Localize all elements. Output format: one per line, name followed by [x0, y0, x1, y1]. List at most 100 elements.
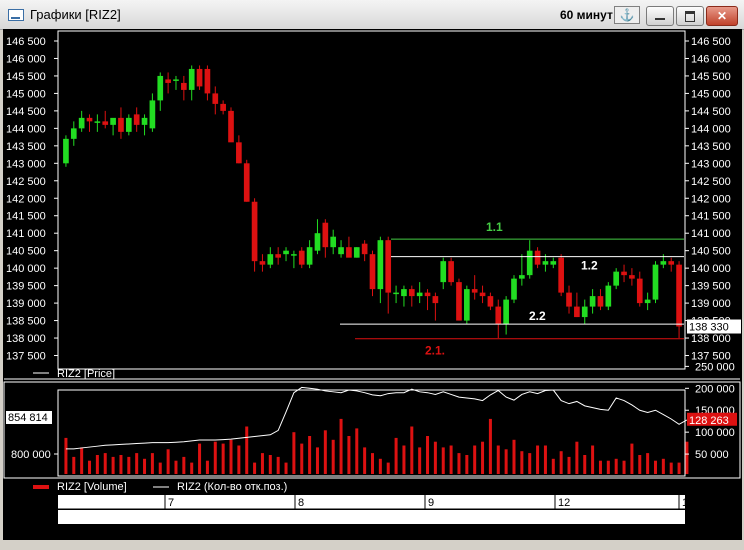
volume-bar[interactable] — [575, 441, 579, 474]
volume-bar[interactable] — [630, 443, 634, 474]
candle-body[interactable] — [141, 117, 148, 125]
volume-bar[interactable] — [583, 455, 587, 474]
candle-body[interactable] — [589, 296, 596, 307]
volume-bar[interactable] — [418, 447, 422, 474]
candle-body[interactable] — [558, 257, 564, 293]
volume-bar[interactable] — [426, 436, 430, 474]
candle-body[interactable] — [503, 299, 509, 325]
volume-bar[interactable] — [127, 456, 131, 474]
volume-bar[interactable] — [410, 426, 414, 475]
candle-body[interactable] — [78, 117, 85, 129]
candle-body[interactable] — [275, 254, 282, 258]
volume-bar[interactable] — [669, 462, 673, 474]
candle-body[interactable] — [94, 121, 101, 123]
volume-bar[interactable] — [441, 447, 445, 474]
candle-body[interactable] — [676, 264, 682, 327]
volume-bar[interactable] — [347, 436, 351, 474]
volume-bar[interactable] — [190, 462, 194, 474]
volume-bar[interactable] — [481, 441, 485, 474]
volume-bar[interactable] — [504, 449, 508, 474]
volume-bar[interactable] — [653, 460, 657, 474]
volume-bar[interactable] — [685, 441, 689, 474]
candle-body[interactable] — [526, 250, 533, 276]
candle-body[interactable] — [471, 289, 478, 293]
volume-bar[interactable] — [331, 439, 335, 474]
candle-body[interactable] — [259, 261, 266, 265]
volume-bar[interactable] — [166, 449, 170, 474]
volume-bar[interactable] — [237, 445, 241, 475]
candle-body[interactable] — [511, 278, 517, 300]
volume-bar[interactable] — [363, 447, 367, 474]
volume-bar[interactable] — [213, 441, 217, 474]
candle-body[interactable] — [456, 282, 462, 321]
volume-bar[interactable] — [496, 445, 500, 475]
candle-body[interactable] — [401, 289, 407, 297]
candle-body[interactable] — [369, 254, 376, 290]
volume-bar[interactable] — [646, 453, 650, 474]
candle-body[interactable] — [613, 271, 620, 286]
volume-bar[interactable] — [88, 460, 92, 474]
candle-body[interactable] — [228, 110, 234, 143]
volume-bar[interactable] — [378, 458, 382, 474]
volume-bar[interactable] — [260, 453, 264, 474]
candle-body[interactable] — [660, 261, 667, 265]
candle-body[interactable] — [424, 292, 431, 297]
candle-body[interactable] — [534, 250, 541, 265]
candle-body[interactable] — [188, 68, 195, 90]
volume-bar[interactable] — [205, 460, 209, 474]
volume-bar[interactable] — [339, 418, 343, 474]
candle-body[interactable] — [86, 117, 93, 122]
volume-bar[interactable] — [606, 460, 610, 474]
candle-body[interactable] — [157, 75, 164, 101]
volume-bar[interactable] — [245, 426, 249, 475]
candle-body[interactable] — [110, 117, 116, 125]
volume-bar[interactable] — [119, 455, 123, 474]
volume-bar[interactable] — [158, 462, 162, 474]
candle-body[interactable] — [487, 296, 494, 307]
volume-bar[interactable] — [221, 443, 225, 474]
candle-body[interactable] — [385, 240, 392, 293]
candle-body[interactable] — [204, 68, 211, 94]
candle-body[interactable] — [212, 93, 219, 104]
chart-svg[interactable]: 1.1 1.2 2.2 2.1. 146 500 146 500 146 000 146 0… — [3, 29, 742, 547]
volume-bar[interactable] — [433, 441, 437, 474]
candle-body[interactable] — [125, 117, 132, 132]
volume-bar[interactable] — [229, 439, 233, 474]
volume-bar[interactable] — [559, 451, 563, 474]
volume-bar[interactable] — [473, 445, 477, 475]
volume-bar[interactable] — [457, 453, 461, 474]
volume-bar[interactable] — [536, 445, 540, 475]
candle-body[interactable] — [236, 142, 242, 164]
volume-bar[interactable] — [253, 462, 257, 474]
candle-body[interactable] — [330, 236, 337, 248]
anchor-icon[interactable]: ⚓ — [614, 6, 640, 24]
candle-body[interactable] — [448, 261, 454, 283]
candle-body[interactable] — [668, 261, 675, 265]
volume-bar[interactable] — [371, 453, 374, 474]
candle-body[interactable] — [173, 79, 179, 81]
maximize-icon[interactable] — [676, 6, 704, 26]
minimize-icon[interactable] — [646, 6, 674, 26]
volume-bar[interactable] — [300, 443, 304, 474]
volume-bar[interactable] — [308, 436, 312, 474]
candle-body[interactable] — [314, 233, 321, 251]
volume-bar[interactable] — [111, 456, 115, 474]
volume-bar[interactable] — [528, 453, 532, 474]
volume-bar[interactable] — [394, 437, 398, 474]
candle-body[interactable] — [416, 292, 423, 297]
candle-body[interactable] — [479, 292, 486, 297]
volume-bar[interactable] — [465, 455, 469, 474]
volume-bar[interactable] — [402, 445, 406, 475]
candle-body[interactable] — [133, 114, 140, 125]
volume-bar[interactable] — [598, 460, 602, 474]
candle-body[interactable] — [519, 275, 525, 279]
timeframe-label[interactable]: 60 минут — [560, 8, 613, 22]
candle-body[interactable] — [542, 261, 549, 265]
volume-bar[interactable] — [661, 458, 665, 474]
candle-body[interactable] — [652, 264, 659, 300]
volume-bar[interactable] — [638, 455, 642, 474]
candle-body[interactable] — [408, 289, 415, 297]
candle-body[interactable] — [440, 261, 447, 283]
volume-bar[interactable] — [72, 456, 76, 474]
volume-bar[interactable] — [95, 455, 99, 474]
